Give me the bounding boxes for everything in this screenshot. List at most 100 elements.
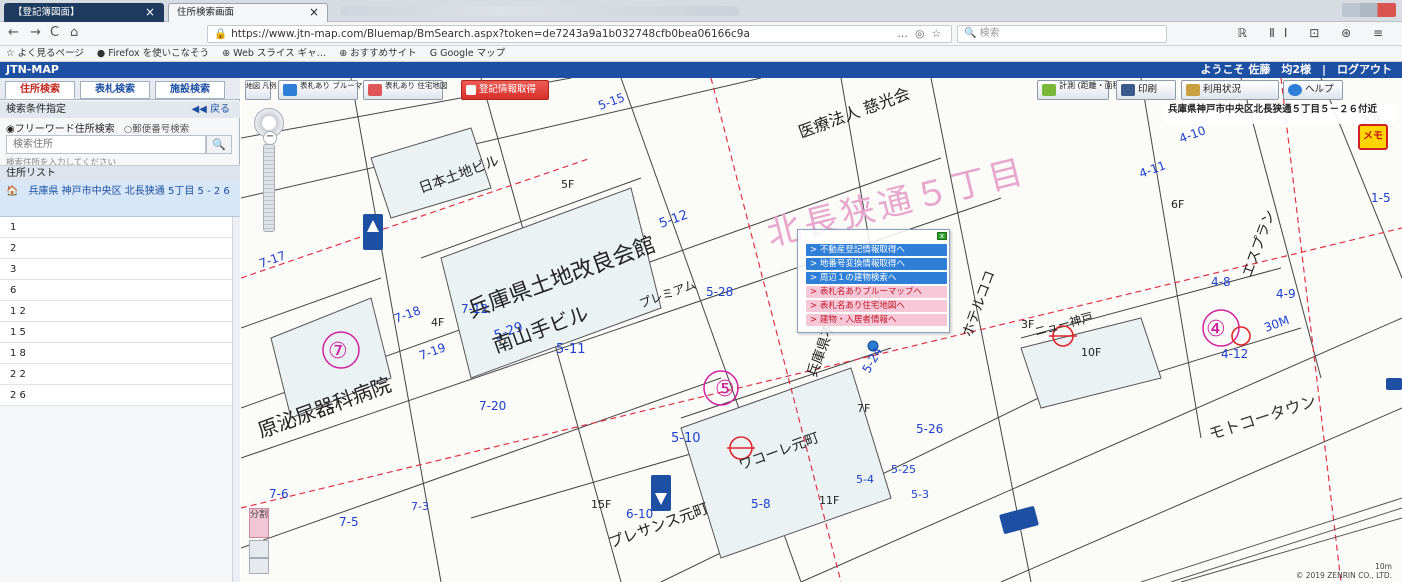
- tab-label: 【登記簿図面】: [13, 7, 80, 18]
- popup-menu-item[interactable]: > 表札名あり住宅地図へ: [806, 300, 947, 312]
- url-actions[interactable]: … ◎ ☆: [897, 26, 943, 42]
- map-label: 5-11: [556, 342, 586, 357]
- bookmark-item[interactable]: ⊕ Web スライス ギャ…: [222, 48, 326, 59]
- address-list-item[interactable]: 2 6: [0, 385, 232, 406]
- bluemap-icon: [283, 84, 297, 96]
- close-icon[interactable]: ×: [145, 4, 155, 21]
- radio-postal-code[interactable]: ○郵便番号検索: [124, 124, 189, 135]
- map-label: エスプラン: [1240, 208, 1279, 279]
- browser-tab-registry[interactable]: 【登記簿図面】 ×: [4, 3, 164, 22]
- chevron-right-icon: >: [810, 245, 820, 255]
- map-label: 11F: [819, 494, 839, 507]
- condition-label: 検索条件指定: [6, 104, 66, 115]
- url-bar[interactable]: 🔒 https://www.jtn-map.com/Bluemap/BmSearc…: [207, 25, 952, 43]
- usage-label: 利用状況: [1203, 84, 1242, 95]
- bookmark-item[interactable]: G Google マップ: [430, 48, 505, 59]
- popup-menu-item[interactable]: > 不動産登記情報取得へ: [806, 244, 947, 256]
- address-list-item[interactable]: 2 2: [0, 364, 232, 385]
- selected-address[interactable]: 🏠 兵庫県 神戸市中央区 北長狭通 5丁目 5 - 2 6: [0, 181, 240, 217]
- bookmark-item[interactable]: ☆ よく見るページ: [6, 48, 84, 59]
- bluemap-button[interactable]: 表札あり ブルーマップ: [278, 80, 377, 100]
- popup-menu-item[interactable]: > 建物・入居者情報へ: [806, 314, 947, 326]
- radio-freeword[interactable]: ◉フリーワード住所検索: [6, 124, 115, 135]
- browser-navbar: ← → C ⌂ 🔒 https://www.jtn-map.com/Bluemap…: [0, 22, 1402, 46]
- search-button[interactable]: 🔍: [206, 135, 232, 154]
- address-list-item[interactable]: 2: [0, 238, 232, 259]
- close-icon[interactable]: x: [937, 232, 947, 240]
- search-icon: 🔍: [964, 28, 980, 39]
- map-label: 7-20: [479, 399, 506, 413]
- map-label: 7-5: [339, 515, 359, 529]
- app-header: JTN-MAP ようこそ 佐藤 均2様 | ログアウト: [0, 62, 1402, 78]
- map-label: モトコータウン: [1206, 391, 1318, 444]
- address-list-item[interactable]: 1: [0, 217, 232, 238]
- address-list-item[interactable]: 1 2: [0, 301, 232, 322]
- map-label: 5-4: [856, 473, 874, 486]
- address-search-input[interactable]: [6, 135, 206, 154]
- printer-icon: [1121, 83, 1135, 96]
- housing-map-button[interactable]: 表札あり 住宅地図: [363, 80, 447, 100]
- split-option-icon[interactable]: [249, 540, 269, 558]
- app-title: JTN-MAP: [6, 63, 59, 76]
- browser-search-input[interactable]: 🔍 検索: [957, 25, 1167, 43]
- tab-address-search[interactable]: 住所検索: [5, 81, 75, 99]
- chevron-right-icon: >: [810, 259, 820, 269]
- bookmark-item[interactable]: ● Firefox を使いこなそう: [97, 48, 209, 59]
- map-label: 1-5: [1371, 191, 1391, 205]
- browser-tab-address-search[interactable]: 住所検索画面 ×: [168, 3, 328, 22]
- tab-facility-search[interactable]: 施設検索: [155, 81, 225, 99]
- zoom-control[interactable]: [254, 108, 284, 232]
- map-label: 30M: [1262, 313, 1291, 335]
- back-link[interactable]: ◀◀ 戻る: [191, 101, 230, 118]
- popup-menu-item[interactable]: > 地番号変換情報取得へ: [806, 258, 947, 270]
- popup-menu-label: 不動産登記情報取得へ: [819, 245, 905, 255]
- blurred-tabs: [340, 6, 740, 16]
- usage-status-button[interactable]: 利用状況: [1181, 80, 1279, 100]
- map-legend-button[interactable]: 地図 凡例: [245, 80, 276, 100]
- split-option-icon[interactable]: [249, 558, 269, 574]
- chevron-right-icon: >: [810, 315, 820, 325]
- map-label: 7-18: [392, 303, 422, 325]
- address-list-item[interactable]: 1 5: [0, 322, 232, 343]
- search-condition-header: 検索条件指定 ◀◀ 戻る: [0, 101, 240, 118]
- map-label: 6F: [1171, 198, 1184, 211]
- memo-button[interactable]: メモ: [1358, 124, 1388, 150]
- bookmark-item[interactable]: ⊕ おすすめサイト: [339, 48, 416, 59]
- split-view-button[interactable]: 分割: [249, 508, 269, 538]
- map-label: 10F: [1081, 346, 1101, 359]
- address-list-item[interactable]: 6: [0, 280, 232, 301]
- housing-map-label: 表札あり 住宅地図: [385, 81, 448, 90]
- map-label: 7-6: [269, 487, 289, 501]
- map-label: 5-8: [751, 497, 771, 511]
- chevron-right-icon: >: [810, 287, 820, 297]
- tab-nameplate-search[interactable]: 表札検索: [80, 81, 150, 99]
- registry-info-button[interactable]: 登記情報取得: [461, 80, 549, 100]
- zoom-slider[interactable]: [263, 131, 277, 232]
- back-icon[interactable]: ←: [8, 25, 19, 40]
- measure-label: 計測 (距離・面積): [1059, 81, 1124, 90]
- reload-icon[interactable]: C: [50, 25, 59, 40]
- user-area[interactable]: ようこそ 佐藤 均2様 | ログアウト: [1201, 62, 1393, 78]
- address-list-scrollbar[interactable]: [232, 217, 240, 582]
- map-label: 5-28: [706, 285, 733, 299]
- address-list-item[interactable]: 3: [0, 259, 232, 280]
- map-label: 7-12: [461, 302, 488, 316]
- help-icon: [1288, 83, 1302, 96]
- measure-button[interactable]: 計測 (距離・面積): [1037, 80, 1124, 100]
- url-text: https://www.jtn-map.com/Bluemap/BmSearch…: [231, 28, 750, 40]
- popup-menu-label: 周辺１の建物検索へ: [819, 273, 897, 283]
- map-label: 4-10: [1177, 123, 1207, 145]
- home-icon[interactable]: ⌂: [70, 25, 78, 40]
- search-tabs: 住所検索 表札検索 施設検索: [0, 78, 240, 100]
- popup-menu-item[interactable]: > 表札名ありブルーマップへ: [806, 286, 947, 298]
- browser-toolbar-icons[interactable]: ℝ ⅡⅠ ⊡ ⊛ ≡: [1238, 26, 1392, 40]
- address-list-item[interactable]: 1 8: [0, 343, 232, 364]
- popup-menu-item[interactable]: > 周辺１の建物検索へ: [806, 272, 947, 284]
- close-icon[interactable]: ×: [309, 4, 319, 21]
- chevron-right-icon: >: [810, 273, 820, 283]
- forward-icon[interactable]: →: [30, 25, 41, 40]
- print-button[interactable]: 印刷: [1116, 80, 1176, 100]
- window-controls[interactable]: [1342, 3, 1396, 17]
- map-label: 4-12: [1221, 347, 1248, 361]
- help-button[interactable]: ヘルプ: [1283, 80, 1343, 100]
